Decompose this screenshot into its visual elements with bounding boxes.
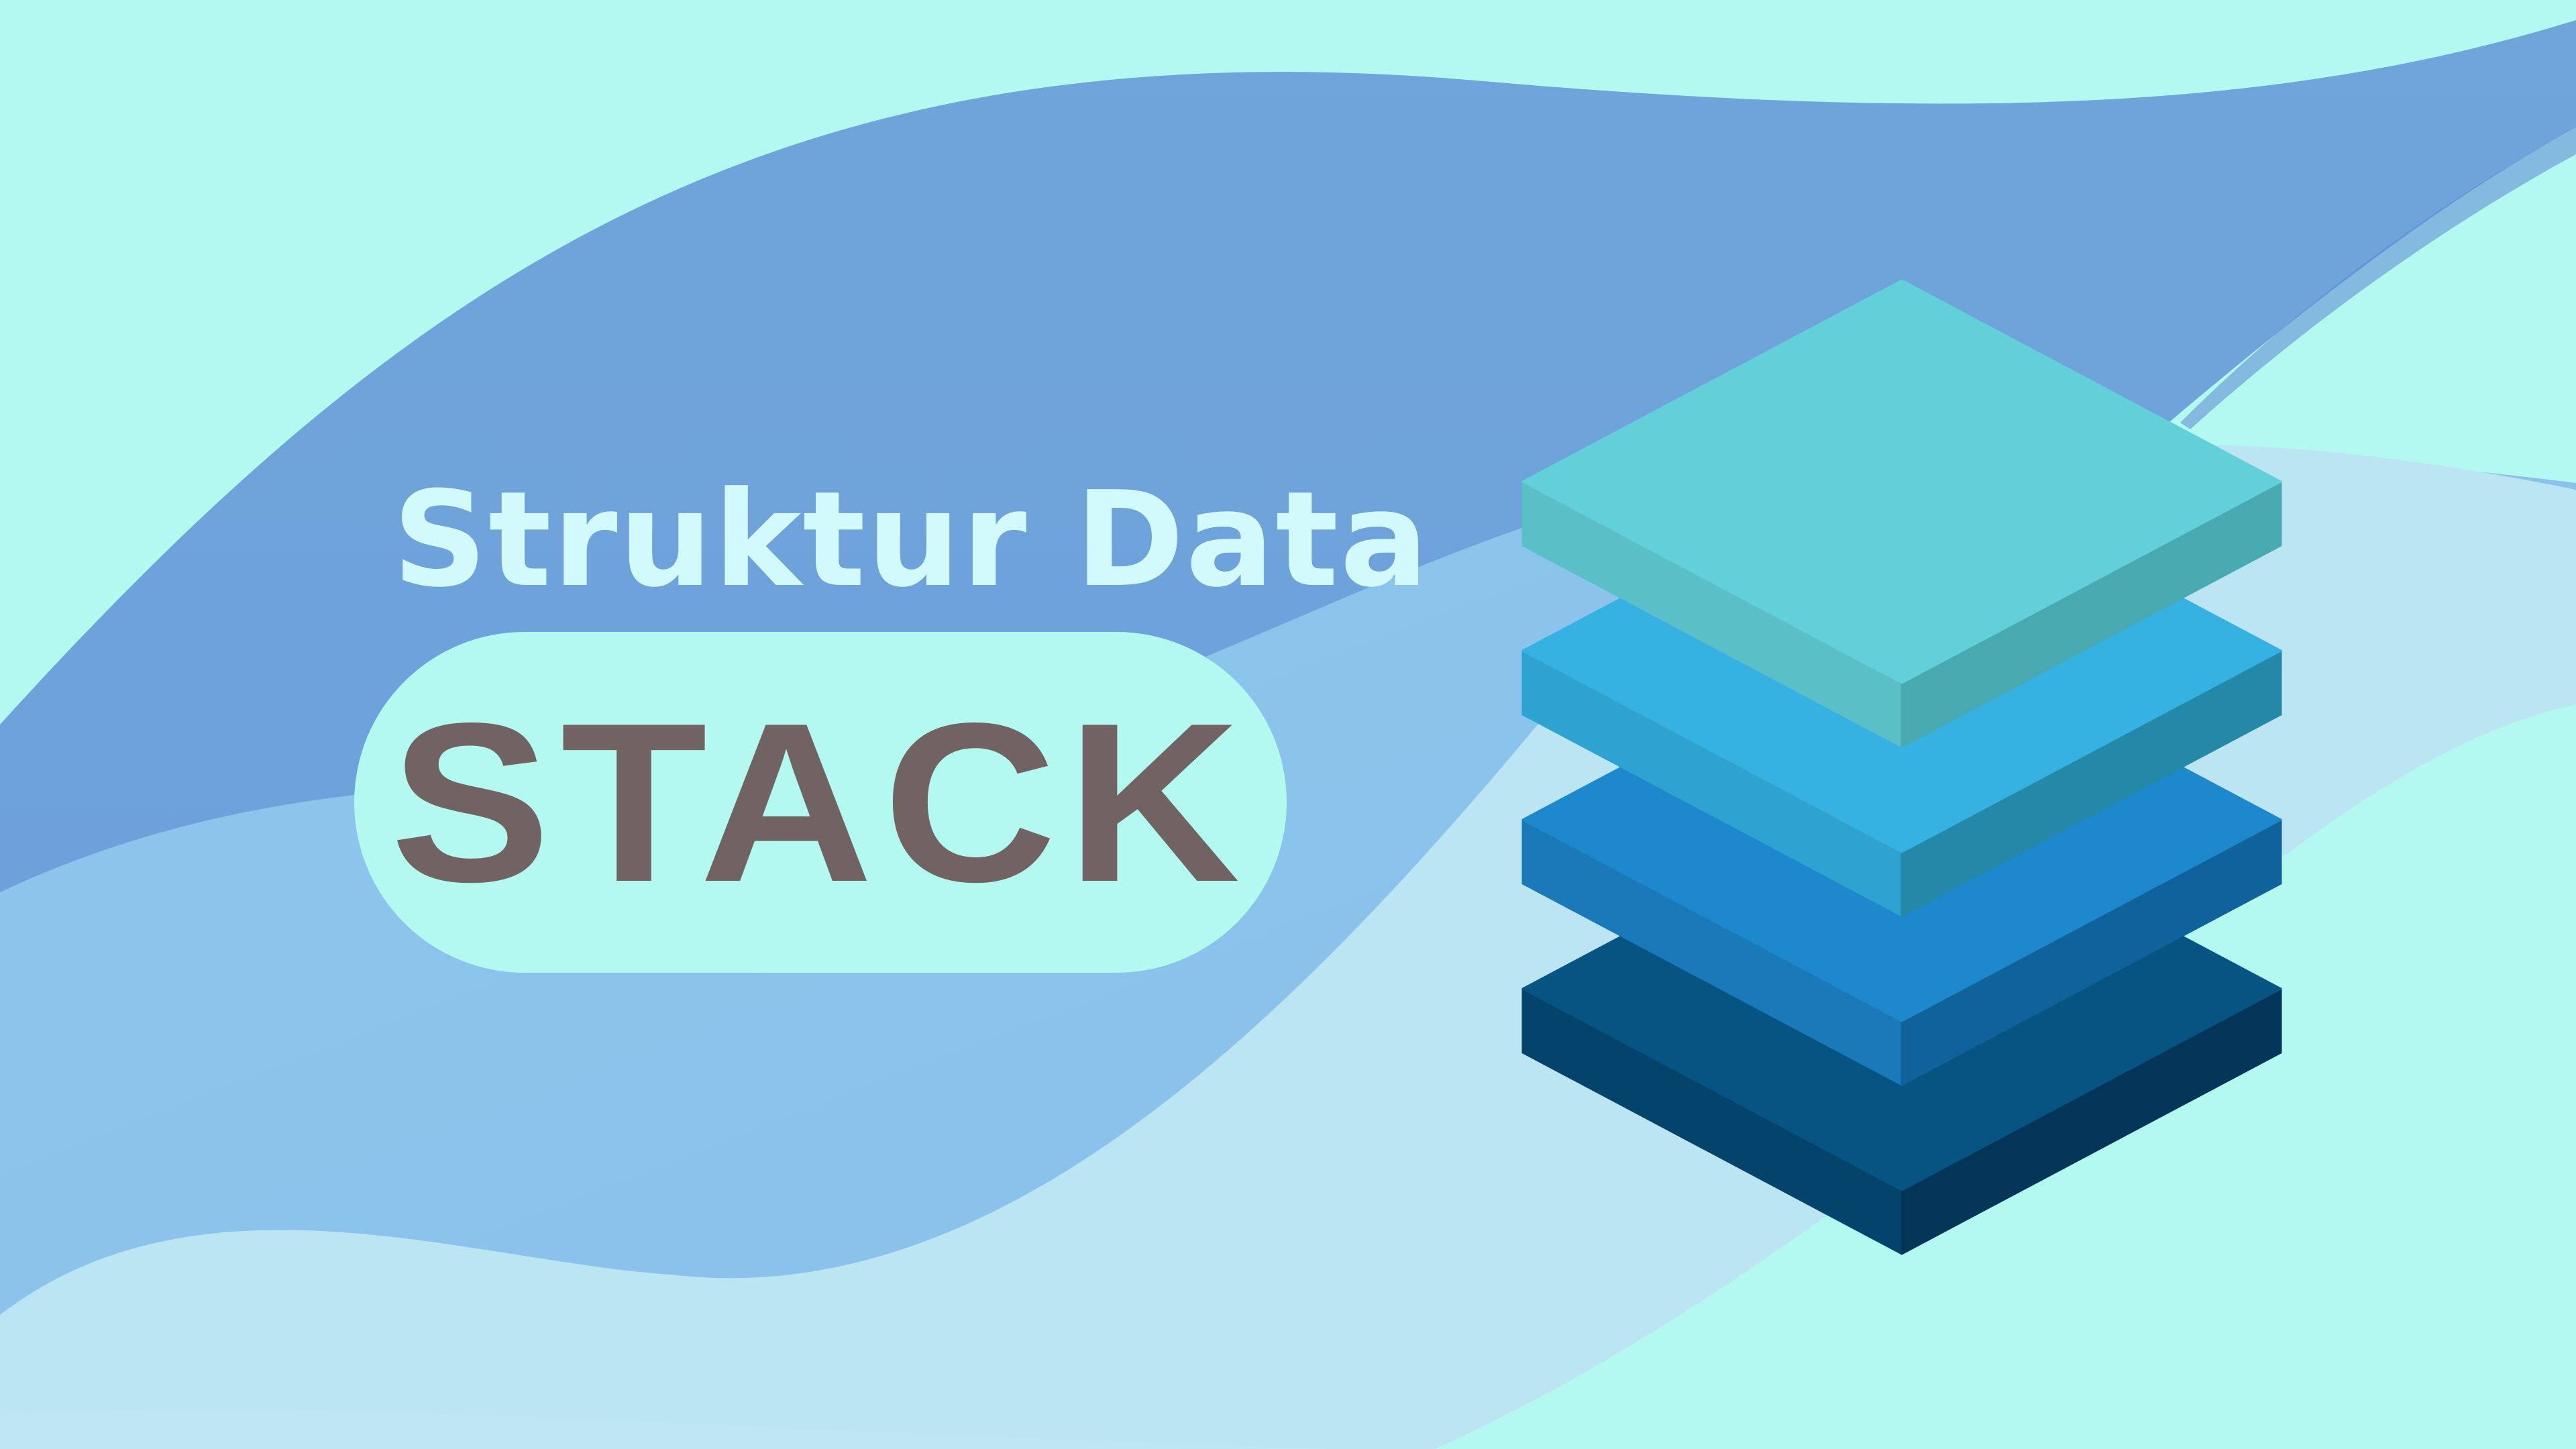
banner-canvas: Struktur Data STACK — [0, 0, 2576, 1449]
stacked-layers-icon — [1521, 279, 2282, 1255]
